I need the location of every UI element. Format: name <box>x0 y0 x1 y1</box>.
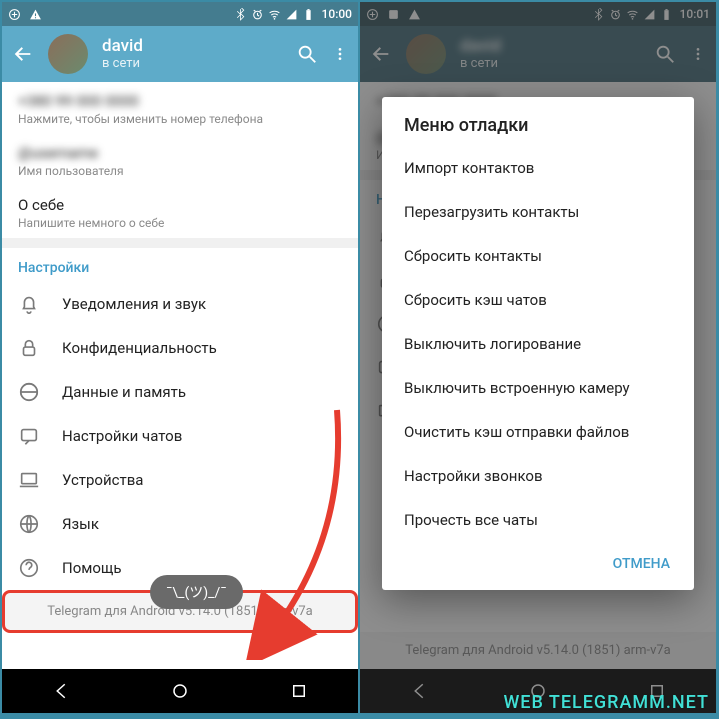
dialog-disable-logging[interactable]: Выключить логирование <box>382 322 694 366</box>
phone-block[interactable]: +380 99 000 0000 Нажмите, чтобы изменить… <box>2 82 358 134</box>
setting-label: Устройства <box>62 471 143 489</box>
nav-home-icon[interactable] <box>171 682 189 700</box>
about-title: О себе <box>18 196 342 214</box>
dialog-reload-contacts[interactable]: Перезагрузить контакты <box>382 190 694 234</box>
navbar <box>2 669 358 713</box>
nav-recent-icon[interactable] <box>290 682 308 700</box>
wifi-icon <box>268 8 281 21</box>
watermark: WEB TELEGRAMM.NET <box>503 692 709 713</box>
phone-hint: Нажмите, чтобы изменить номер телефона <box>18 112 342 126</box>
help-icon <box>18 557 40 579</box>
battery-icon <box>302 8 315 21</box>
settings-privacy[interactable]: Конфиденциальность <box>2 326 358 370</box>
settings-notifications[interactable]: Уведомления и звук <box>2 282 358 326</box>
setting-label: Конфиденциальность <box>62 339 217 357</box>
settings-language[interactable]: Язык <box>2 502 358 546</box>
back-icon[interactable] <box>12 43 34 65</box>
status-time: 10:00 <box>322 7 352 21</box>
bluetooth-icon <box>234 8 247 21</box>
setting-label: Уведомления и звук <box>62 295 206 313</box>
dialog-cancel-button[interactable]: ОТМЕНА <box>603 548 680 580</box>
setting-label: Данные и память <box>62 383 186 401</box>
screen-right: 10:01 david в сети +380 99 000 0000 @use… <box>360 2 716 713</box>
dialog-reset-contacts[interactable]: Сбросить контакты <box>382 234 694 278</box>
status-bar: 10:00 <box>2 2 358 26</box>
username-label: Имя пользователя <box>18 164 342 178</box>
chat-icon <box>18 425 40 447</box>
about-sub: Напишите немного о себе <box>18 216 342 230</box>
globe-icon <box>18 513 40 535</box>
lock-icon <box>18 337 40 359</box>
profile-name: david <box>102 36 143 56</box>
alarm-icon <box>251 8 264 21</box>
search-icon[interactable] <box>296 43 318 65</box>
about-block[interactable]: О себе Напишите немного о себе <box>2 186 358 238</box>
dialog-read-all-chats[interactable]: Прочесть все чаты <box>382 498 694 542</box>
toolbar: david в сети <box>2 26 358 82</box>
google-icon <box>8 8 21 21</box>
nav-back-icon[interactable] <box>52 682 70 700</box>
avatar[interactable] <box>48 34 88 74</box>
more-icon[interactable] <box>332 43 348 65</box>
username-block[interactable]: @username Имя пользователя <box>2 134 358 186</box>
dialog-call-settings[interactable]: Настройки звонков <box>382 454 694 498</box>
toast: ¯\_(ツ)_/¯ <box>150 575 243 609</box>
profile-status: в сети <box>102 56 143 72</box>
setting-label: Помощь <box>62 559 122 577</box>
signal-icon <box>285 8 298 21</box>
settings-header: Настройки <box>2 248 358 282</box>
dialog-import-contacts[interactable]: Импорт контактов <box>382 146 694 190</box>
divider <box>2 238 358 248</box>
dialog-title: Меню отладки <box>382 115 694 146</box>
setting-label: Настройки чатов <box>62 427 182 445</box>
debug-dialog: Меню отладки Импорт контактов Перезагруз… <box>382 97 694 590</box>
dialog-reset-chat-cache[interactable]: Сбросить кэш чатов <box>382 278 694 322</box>
settings-devices[interactable]: Устройства <box>2 458 358 502</box>
setting-label: Язык <box>62 515 99 533</box>
settings-chat[interactable]: Настройки чатов <box>2 414 358 458</box>
dialog-clear-upload-cache[interactable]: Очистить кэш отправки файлов <box>382 410 694 454</box>
dialog-disable-camera[interactable]: Выключить встроенную камеру <box>382 366 694 410</box>
warning-icon <box>29 8 42 21</box>
settings-data[interactable]: Данные и память <box>2 370 358 414</box>
data-icon <box>18 381 40 403</box>
bell-icon <box>18 293 40 315</box>
laptop-icon <box>18 469 40 491</box>
screen-left: 10:00 david в сети +380 99 000 0000 Нажм… <box>2 2 358 713</box>
